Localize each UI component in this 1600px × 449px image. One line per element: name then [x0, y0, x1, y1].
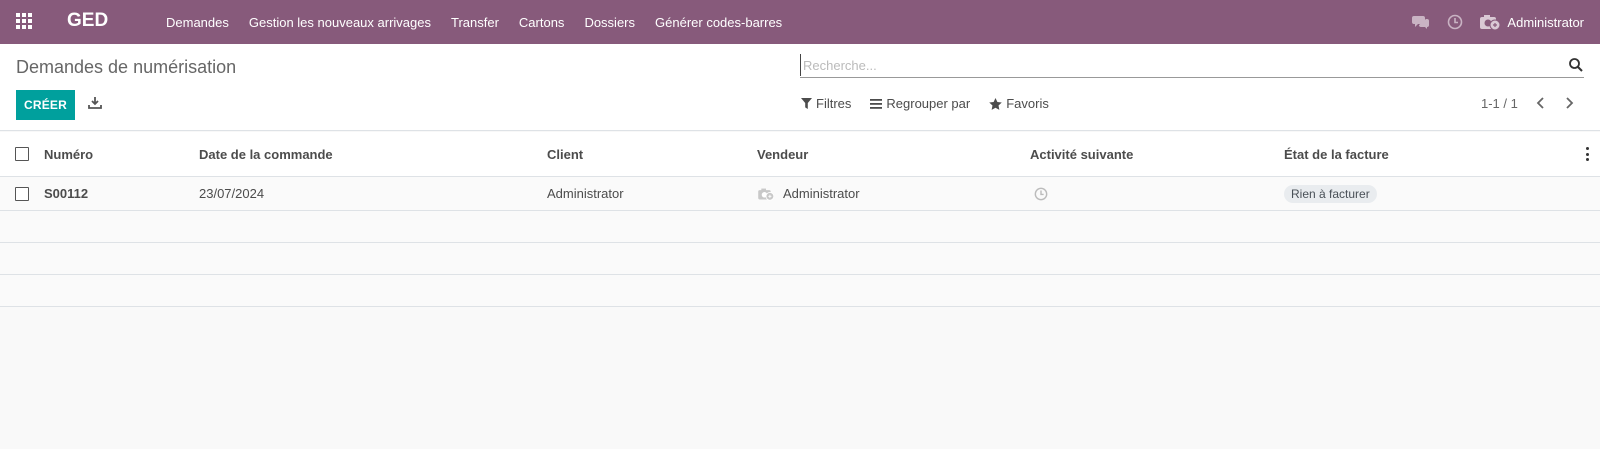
breadcrumb-title: Demandes de numérisation	[16, 57, 237, 77]
list-view-table: Numéro Date de la commande Client Vendeu…	[0, 132, 1600, 307]
top-navbar: GED Demandes Gestion les nouveaux arriva…	[0, 0, 1600, 44]
menu-item-codes-barres[interactable]: Générer codes-barres	[655, 15, 782, 30]
user-avatar-icon	[1480, 15, 1501, 31]
menu-item-nouveaux-arrivages[interactable]: Gestion les nouveaux arrivages	[249, 15, 431, 30]
favorites-label: Favoris	[1006, 96, 1049, 111]
group-by-label: Regrouper par	[886, 96, 971, 111]
search-options: Filtres Regrouper par Favoris	[801, 96, 1068, 111]
activity-clock-icon[interactable]	[1445, 12, 1465, 32]
menu-item-cartons[interactable]: Cartons	[519, 15, 565, 30]
filter-icon	[801, 98, 812, 109]
column-header-numero[interactable]: Numéro	[44, 132, 93, 176]
row-select-cell	[15, 177, 29, 210]
user-name: Administrator	[1507, 14, 1584, 30]
chat-icon[interactable]	[1411, 12, 1431, 32]
select-all-checkbox[interactable]	[15, 147, 29, 161]
vertical-dots-icon	[1586, 147, 1590, 161]
table-header-row: Numéro Date de la commande Client Vendeu…	[0, 132, 1600, 177]
menu-item-demandes[interactable]: Demandes	[166, 15, 229, 30]
column-header-date[interactable]: Date de la commande	[199, 132, 333, 176]
control-panel: Demandes de numérisation CRÉER Filtres R…	[0, 44, 1600, 131]
search-input[interactable]	[800, 54, 1540, 76]
search-icon[interactable]	[1568, 57, 1584, 73]
favorites-toggle[interactable]: Favoris	[989, 96, 1049, 111]
table-row[interactable]: S00112 23/07/2024 Administrator Administ…	[0, 177, 1600, 211]
column-header-etat-facture[interactable]: État de la facture	[1284, 132, 1389, 176]
star-icon	[989, 97, 1002, 110]
create-button[interactable]: CRÉER	[16, 90, 75, 120]
cell-activite	[1034, 177, 1048, 210]
group-by-toggle[interactable]: Regrouper par	[870, 96, 970, 111]
menu-item-dossiers[interactable]: Dossiers	[584, 15, 635, 30]
search-bar	[800, 54, 1584, 78]
cell-numero: S00112	[44, 186, 89, 201]
navbar-systray: Administrator	[1411, 0, 1600, 44]
salesperson-avatar-icon	[758, 188, 775, 201]
main-menu: Demandes Gestion les nouveaux arrivages …	[166, 0, 802, 44]
cell-etat-facture: Rien à facturer	[1284, 177, 1377, 210]
filters-label: Filtres	[816, 96, 852, 111]
chevron-left-icon[interactable]	[1534, 96, 1548, 110]
row-checkbox[interactable]	[15, 186, 29, 201]
status-badge: Rien à facturer	[1284, 184, 1377, 203]
select-all-cell	[15, 132, 29, 176]
empty-row	[0, 243, 1600, 275]
activity-clock-icon[interactable]	[1034, 187, 1048, 201]
filters-toggle[interactable]: Filtres	[801, 96, 851, 111]
empty-row	[0, 211, 1600, 243]
cell-date: 23/07/2024	[199, 186, 265, 201]
apps-menu-icon[interactable]	[16, 13, 34, 31]
pager-value[interactable]: 1-1 / 1	[1481, 96, 1518, 111]
column-header-activite[interactable]: Activité suivante	[1030, 132, 1133, 176]
optional-columns-toggle[interactable]	[1586, 132, 1590, 176]
list-bars-icon	[870, 98, 883, 109]
cell-client: Administrator	[547, 186, 624, 201]
cell-vendeur: Administrator	[757, 177, 860, 210]
app-brand[interactable]: GED	[67, 10, 108, 32]
download-icon[interactable]	[88, 96, 102, 110]
chevron-right-icon[interactable]	[1562, 96, 1576, 110]
menu-item-transfer[interactable]: Transfer	[451, 15, 499, 30]
cell-vendeur-name: Administrator	[783, 186, 860, 201]
column-header-client[interactable]: Client	[547, 132, 583, 176]
empty-row	[0, 275, 1600, 307]
column-header-vendeur[interactable]: Vendeur	[757, 132, 808, 176]
user-menu[interactable]: Administrator	[1479, 13, 1584, 31]
